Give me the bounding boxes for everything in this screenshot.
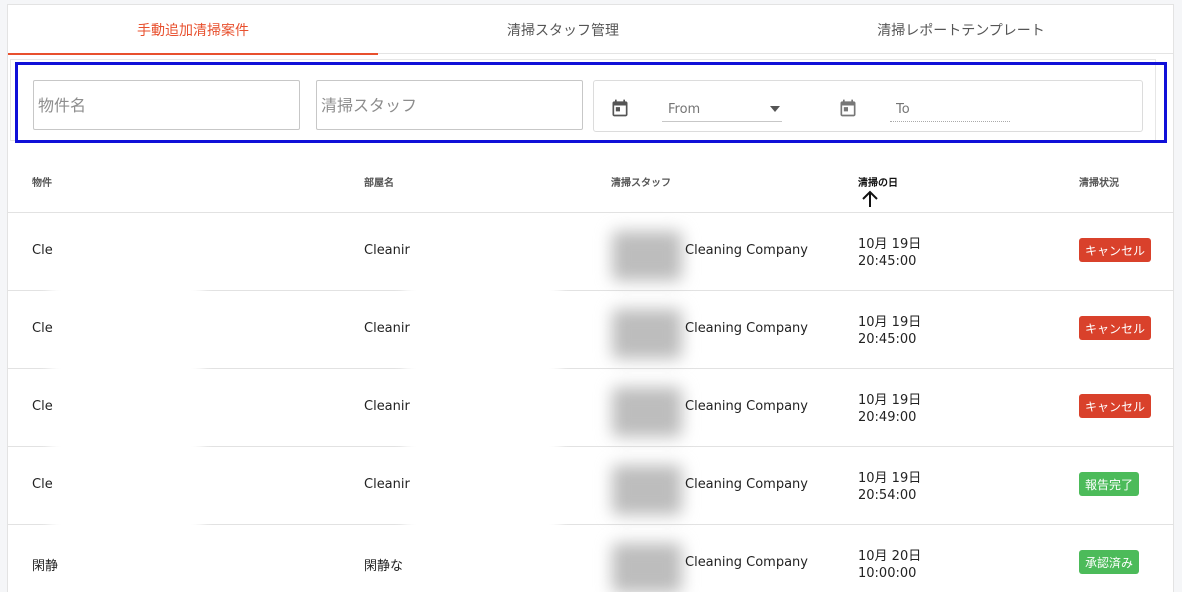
date-from-input[interactable] [662,98,782,122]
column-header-property[interactable]: 物件 [32,174,52,189]
staff-cell: Cleaning Company [685,243,808,258]
status-badge: キャンセル [1079,394,1152,418]
property-cell: 閑静 [32,559,59,574]
sort-arrow-up-icon[interactable] [860,190,880,208]
staff-avatar [612,309,682,359]
staff-cell: Cleaning Company [685,477,808,492]
cleaning-staff-input[interactable] [316,80,583,130]
staff-cell: Cleaning Company [685,399,808,414]
status-badge: 承認済み [1079,550,1140,574]
date-cell: 10月 19日 [858,471,922,486]
tab-manual-cleaning[interactable]: 手動追加清掃案件 [8,5,378,55]
staff-avatar [612,465,682,515]
tab-staff-management[interactable]: 清掃スタッフ管理 [378,5,748,54]
room-cell: Cleanir [364,321,410,336]
staff-avatar [612,387,682,437]
status-badge: 報告完了 [1079,472,1140,496]
time-cell: 10:00:00 [858,566,917,581]
time-cell: 20:45:00 [858,332,917,347]
redaction-room [405,228,560,588]
column-header-staff[interactable]: 清掃スタッフ [611,174,671,189]
time-cell: 20:49:00 [858,410,917,425]
staff-cell: Cleaning Company [685,555,808,570]
date-cell: 10月 20日 [858,549,922,564]
property-cell: Cle [32,321,53,336]
date-cell: 10月 19日 [858,393,922,408]
tab-bar: 手動追加清掃案件 清掃スタッフ管理 清掃レポートテンプレート [8,5,1173,55]
chevron-down-icon[interactable] [770,106,780,112]
calendar-to-icon[interactable] [838,98,858,118]
room-cell: Cleanir [364,399,410,414]
staff-avatar [612,231,682,281]
date-to-input[interactable] [890,98,1010,122]
date-cell: 10月 19日 [858,315,922,330]
filter-bar [10,59,1156,141]
staff-cell: Cleaning Company [685,321,808,336]
date-cell: 10月 19日 [858,237,922,252]
property-cell: Cle [32,477,53,492]
status-badge: キャンセル [1079,238,1152,262]
room-cell: Cleanir [364,243,410,258]
redaction-property [50,226,202,592]
column-header-room[interactable]: 部屋名 [364,174,394,189]
status-badge: キャンセル [1079,316,1152,340]
column-header-date[interactable]: 清掃の日 [858,174,898,189]
property-cell: Cle [32,399,53,414]
calendar-from-icon[interactable] [610,98,630,118]
room-cell: Cleanir [364,477,410,492]
time-cell: 20:54:00 [858,488,917,503]
room-cell: 閑静な [364,559,404,574]
time-cell: 20:45:00 [858,254,917,269]
tab-report-template[interactable]: 清掃レポートテンプレート [776,5,1146,54]
date-range-picker [593,80,1143,132]
property-name-input[interactable] [33,80,300,130]
staff-avatar [612,543,682,592]
column-header-status[interactable]: 清掃状況 [1079,174,1119,189]
property-cell: Cle [32,243,53,258]
